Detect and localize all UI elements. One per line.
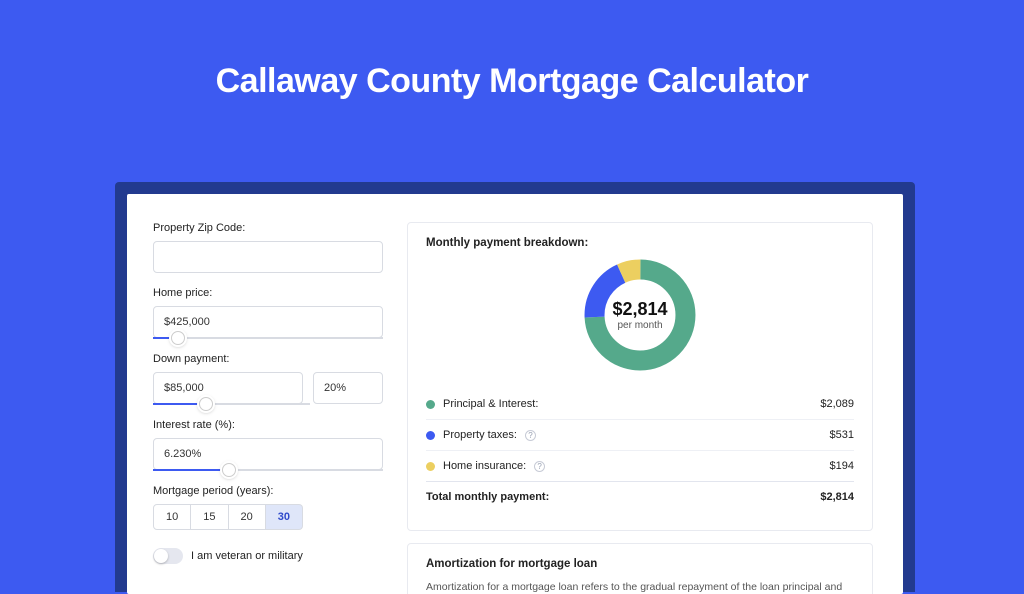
row-insurance: Home insurance: ? $194 (426, 450, 854, 481)
dot-icon (426, 400, 435, 409)
interest-slider[interactable] (153, 469, 383, 471)
page-title: Callaway County Mortgage Calculator (0, 62, 1024, 101)
home-price-field: Home price: (153, 287, 383, 339)
period-btn-20[interactable]: 20 (229, 504, 266, 530)
period-label: Mortgage period (years): (153, 485, 383, 497)
period-btn-30[interactable]: 30 (266, 504, 303, 530)
zip-field: Property Zip Code: (153, 222, 383, 273)
interest-field: Interest rate (%): (153, 419, 383, 471)
slider-thumb-icon[interactable] (222, 463, 236, 477)
amortization-card: Amortization for mortgage loan Amortizat… (407, 543, 873, 594)
veteran-toggle[interactable] (153, 548, 183, 564)
row-taxes-label: Property taxes: (443, 429, 517, 441)
slider-thumb-icon[interactable] (171, 331, 185, 345)
row-insurance-label: Home insurance: (443, 460, 526, 472)
zip-input[interactable] (153, 241, 383, 273)
period-btn-15[interactable]: 15 (191, 504, 228, 530)
row-principal-value: $2,089 (820, 398, 854, 410)
down-payment-pct-input[interactable] (313, 372, 383, 404)
down-payment-input[interactable] (153, 372, 303, 404)
home-price-input[interactable] (153, 306, 383, 338)
donut-wrap: $2,814 per month (426, 255, 854, 375)
amortization-text: Amortization for a mortgage loan refers … (426, 580, 854, 594)
donut-amount: $2,814 (612, 299, 667, 320)
results-column: Monthly payment breakdown: $2,814 per mo… (407, 194, 903, 594)
breakdown-title: Monthly payment breakdown: (426, 237, 854, 249)
down-payment-slider[interactable] (153, 403, 310, 405)
form-column: Property Zip Code: Home price: Down paym… (127, 194, 407, 594)
home-price-slider[interactable] (153, 337, 383, 339)
calculator-panel: Property Zip Code: Home price: Down paym… (127, 194, 903, 594)
interest-input[interactable] (153, 438, 383, 470)
donut-center: $2,814 per month (580, 255, 700, 375)
veteran-label: I am veteran or military (191, 550, 303, 562)
breakdown-card: Monthly payment breakdown: $2,814 per mo… (407, 222, 873, 531)
amortization-title: Amortization for mortgage loan (426, 558, 854, 570)
row-total: Total monthly payment: $2,814 (426, 481, 854, 512)
interest-label: Interest rate (%): (153, 419, 383, 431)
row-taxes-value: $531 (830, 429, 854, 441)
veteran-row: I am veteran or military (153, 548, 383, 564)
donut-sub: per month (617, 320, 662, 331)
zip-label: Property Zip Code: (153, 222, 383, 234)
period-buttons: 10 15 20 30 (153, 504, 383, 530)
toggle-knob-icon (154, 549, 168, 563)
period-field: Mortgage period (years): 10 15 20 30 (153, 485, 383, 530)
help-icon[interactable]: ? (534, 461, 545, 472)
row-insurance-value: $194 (830, 460, 854, 472)
row-principal-label: Principal & Interest: (443, 398, 538, 410)
dot-icon (426, 462, 435, 471)
dot-icon (426, 431, 435, 440)
donut-chart: $2,814 per month (580, 255, 700, 375)
row-taxes: Property taxes: ? $531 (426, 419, 854, 450)
row-total-value: $2,814 (820, 491, 854, 503)
down-payment-label: Down payment: (153, 353, 383, 365)
row-total-label: Total monthly payment: (426, 491, 549, 503)
period-btn-10[interactable]: 10 (153, 504, 191, 530)
slider-thumb-icon[interactable] (199, 397, 213, 411)
down-payment-field: Down payment: (153, 353, 383, 405)
row-principal: Principal & Interest: $2,089 (426, 389, 854, 419)
home-price-label: Home price: (153, 287, 383, 299)
help-icon[interactable]: ? (525, 430, 536, 441)
